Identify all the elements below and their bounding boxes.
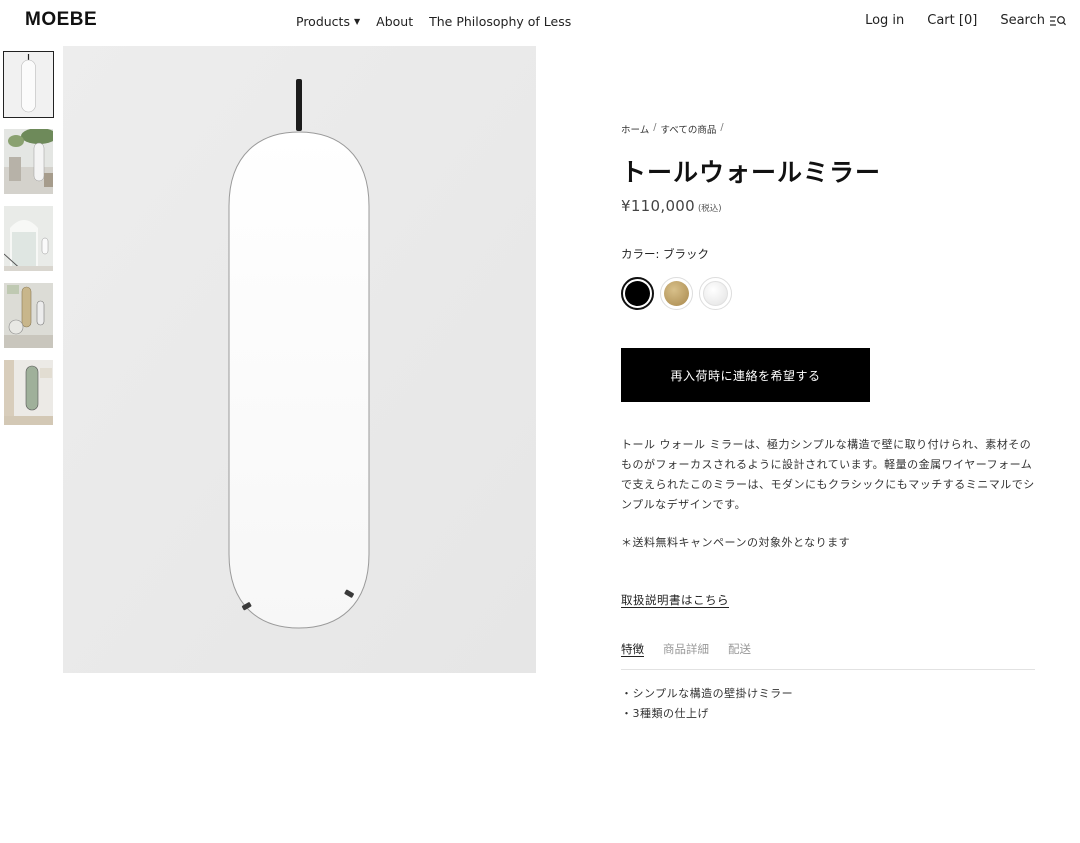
breadcrumb-all-products[interactable]: すべての商品	[660, 122, 716, 136]
breadcrumb-home[interactable]: ホーム	[621, 122, 649, 136]
swatch-black-fill	[625, 281, 650, 306]
color-label: カラー: ブラック	[621, 247, 710, 261]
breadcrumb: ホーム / すべての商品 /	[621, 122, 1036, 136]
main-nav: Products ▼ About The Philosophy of Less	[296, 14, 587, 29]
swatch-white[interactable]	[699, 277, 732, 310]
swatch-white-fill	[703, 281, 728, 306]
breadcrumb-separator: /	[720, 122, 724, 133]
tab-shipping[interactable]: 配送	[728, 641, 751, 657]
breadcrumb-separator: /	[653, 122, 657, 133]
product-tabs: 特徴 商品詳細 配送	[621, 641, 1035, 670]
login-link[interactable]: Log in	[865, 13, 904, 28]
product-title: トールウォールミラー	[621, 158, 882, 187]
product-price: ¥110,000	[621, 197, 695, 215]
search-button[interactable]: Search	[1000, 13, 1066, 28]
feature-list: ・シンプルな構造の壁掛けミラー ・3種類の仕上げ	[621, 684, 1036, 724]
tab-details[interactable]: 商品詳細	[663, 641, 709, 657]
thumbnail-room-plants[interactable]	[3, 128, 54, 195]
product-info: ホーム / すべての商品 / トールウォールミラー ¥110,000 (税込) …	[621, 122, 1036, 724]
swatch-black[interactable]	[621, 277, 654, 310]
cart-label: Cart	[927, 13, 955, 28]
swatch-brass-fill	[664, 281, 689, 306]
product-main-image[interactable]	[63, 46, 536, 673]
restock-notify-button[interactable]: 再入荷時に連絡を希望する	[621, 348, 870, 402]
thumbnail-room-curtain[interactable]	[3, 359, 54, 426]
site-header: MOEBE Products ▼ About The Philosophy of…	[0, 0, 1080, 44]
manual-link[interactable]: 取扱説明書はこちら	[621, 592, 729, 608]
thumbnail-arched-window-room[interactable]	[3, 205, 54, 272]
nav-products[interactable]: Products ▼	[296, 14, 360, 29]
caret-down-icon: ▼	[353, 17, 361, 26]
search-label: Search	[1000, 13, 1045, 28]
product-description: トール ウォール ミラーは、極力シンプルな構造で壁に取り付けられ、素材そのものが…	[621, 438, 1035, 511]
tax-note: (税込)	[697, 204, 722, 214]
thumbnail-gallery	[3, 51, 55, 436]
account-nav: Log in Cart [0] Search	[842, 13, 1066, 28]
feature-item: ・シンプルな構造の壁掛けミラー	[621, 687, 794, 700]
price-row: ¥110,000 (税込)	[621, 197, 1036, 215]
cart-link[interactable]: Cart [0]	[927, 13, 977, 28]
cart-count: [0]	[958, 13, 978, 28]
thumbnail-mirror-front[interactable]	[3, 51, 54, 118]
tab-features[interactable]: 特徴	[621, 641, 644, 657]
swatch-brass[interactable]	[660, 277, 693, 310]
color-swatches	[621, 277, 1036, 310]
shipping-note: ＊送料無料キャンペーンの対象外となります	[621, 536, 851, 549]
thumbnail-wall-mirrors[interactable]	[3, 282, 54, 349]
feature-item: ・3種類の仕上げ	[621, 707, 709, 720]
site-logo[interactable]: MOEBE	[25, 9, 97, 31]
search-menu-icon	[1050, 15, 1066, 27]
nav-philosophy[interactable]: The Philosophy of Less	[429, 14, 571, 29]
nav-products-label: Products	[296, 14, 350, 29]
nav-about[interactable]: About	[376, 14, 413, 29]
